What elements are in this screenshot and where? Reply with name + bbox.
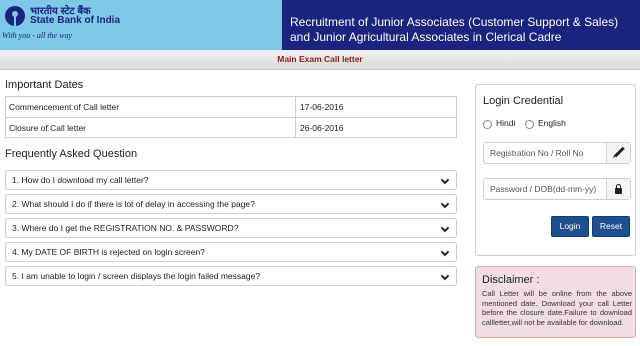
pencil-icon bbox=[614, 146, 625, 158]
registration-input[interactable] bbox=[484, 143, 604, 163]
password-addon bbox=[606, 179, 630, 199]
date-label: Closure of Call letter bbox=[6, 118, 296, 138]
faq-item-1[interactable]: 1. How do I download my call letter? bbox=[5, 170, 457, 190]
faq-question: 2. What should I do if there is lot of d… bbox=[12, 199, 255, 209]
hindi-radio[interactable] bbox=[483, 120, 492, 129]
faq-question: 1. How do I download my call letter? bbox=[12, 175, 149, 185]
english-radio-label: English bbox=[538, 118, 566, 128]
login-button[interactable]: Login bbox=[551, 216, 589, 237]
important-dates-heading: Important Dates bbox=[5, 79, 84, 91]
faq-item-2[interactable]: 2. What should I do if there is lot of d… bbox=[5, 194, 457, 214]
login-panel: Login Credential Hindi English Login Res… bbox=[475, 84, 636, 256]
table-row: Closure of Call letter 26-06-2016 bbox=[6, 117, 456, 138]
lock-icon-body bbox=[615, 188, 622, 194]
date-label: Commencement of Call letter bbox=[6, 97, 296, 117]
faq-item-3[interactable]: 3. Where do I get the REGISTRATION NO. &… bbox=[5, 218, 457, 238]
date-value: 26-06-2016 bbox=[300, 123, 344, 133]
table-row: Commencement of Call letter 17-06-2016 bbox=[6, 97, 456, 117]
chevron-down-icon bbox=[440, 247, 450, 257]
registration-addon bbox=[606, 143, 630, 163]
site-header: भारतीय स्टेट बैंक State Bank of India Wi… bbox=[0, 0, 640, 50]
password-field bbox=[483, 178, 631, 200]
registration-field bbox=[483, 142, 631, 164]
login-title: Login Credential bbox=[483, 95, 564, 107]
hindi-radio-label: Hindi bbox=[496, 118, 516, 128]
faq-question: 5. I am unable to login / screen display… bbox=[12, 271, 261, 281]
password-input[interactable] bbox=[484, 179, 604, 199]
faq-item-4[interactable]: 4. My DATE OF BIRTH is rejected on login… bbox=[5, 242, 457, 262]
reset-button[interactable]: Reset bbox=[592, 216, 630, 237]
disclaimer-title: Disclaimer : bbox=[482, 274, 540, 286]
logo-english-text: State Bank of India bbox=[30, 15, 121, 26]
chevron-down-icon bbox=[440, 223, 450, 233]
subheader-label: Main Exam Call letter bbox=[277, 54, 363, 64]
page-title: Recruitment of Junior Associates (Custom… bbox=[290, 15, 619, 44]
sbi-logo-icon bbox=[5, 6, 25, 26]
english-radio[interactable] bbox=[525, 120, 534, 129]
chevron-down-icon bbox=[440, 175, 450, 185]
date-value: 17-06-2016 bbox=[300, 102, 344, 112]
faq-item-5[interactable]: 5. I am unable to login / screen display… bbox=[5, 266, 457, 286]
subheader-bar: Main Exam Call letter bbox=[0, 50, 640, 70]
chevron-down-icon bbox=[440, 199, 450, 209]
disclaimer-box: Disclaimer : Call Letter will be online … bbox=[475, 266, 636, 338]
faq-heading: Frequently Asked Question bbox=[5, 148, 138, 160]
important-dates-table: Commencement of Call letter 17-06-2016 C… bbox=[5, 96, 457, 138]
chevron-down-icon bbox=[440, 271, 450, 281]
sbi-logo: भारतीय स्टेट बैंक State Bank of India Wi… bbox=[0, 0, 283, 50]
logo-tagline: With you - all the way bbox=[2, 31, 72, 40]
faq-question: 3. Where do I get the REGISTRATION NO. &… bbox=[12, 223, 239, 233]
disclaimer-text: Call Letter will be online from the abov… bbox=[482, 289, 632, 327]
faq-question: 4. My DATE OF BIRTH is rejected on login… bbox=[12, 247, 205, 257]
